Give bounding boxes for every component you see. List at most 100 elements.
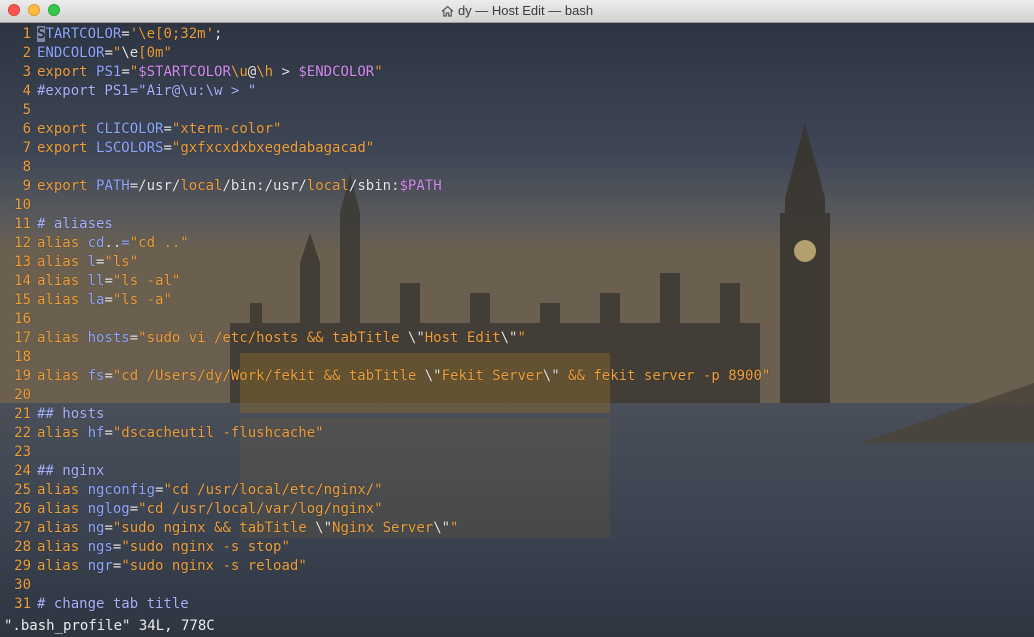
code-line[interactable]: 30 bbox=[0, 576, 1034, 595]
code-token: "gxfxcxdxbxegedabagacad" bbox=[171, 140, 375, 156]
code-token: ng bbox=[87, 520, 105, 536]
code-token: "cd /usr/local/var/log/nginx" bbox=[138, 501, 383, 517]
code-token: "ls" bbox=[104, 254, 139, 270]
code-token: export bbox=[37, 140, 97, 156]
code-token: alias bbox=[37, 273, 88, 289]
line-number: 29 bbox=[14, 558, 31, 574]
code-token: "ls -a" bbox=[112, 292, 172, 308]
code-line[interactable]: 3 export PS1="$STARTCOLOR\u@\h > $ENDCOLO… bbox=[0, 63, 1034, 82]
code-token: ; bbox=[214, 26, 223, 42]
code-line[interactable]: 11 # aliases bbox=[0, 215, 1034, 234]
code-token: = bbox=[104, 368, 113, 384]
editor-buffer[interactable]: 1 STARTCOLOR='\e[0;32m'; 2 ENDCOLOR="\e[0m"… bbox=[0, 25, 1034, 614]
code-line[interactable]: 10 bbox=[0, 196, 1034, 215]
code-token: $STARTCOLOR bbox=[138, 64, 231, 80]
code-token: local bbox=[306, 178, 349, 194]
line-number: 4 bbox=[22, 83, 31, 99]
line-number: 14 bbox=[14, 273, 31, 289]
code-line[interactable]: 25 alias ngconfig="cd /usr/local/etc/ngin… bbox=[0, 481, 1034, 500]
window-title-area: dy — Host Edit — bash bbox=[0, 3, 1034, 20]
code-line[interactable]: 4 #export PS1="Air@\u:\w > " bbox=[0, 82, 1034, 101]
code-token: "sudo nginx -s reload" bbox=[121, 558, 307, 574]
line-number: 10 bbox=[14, 197, 31, 213]
line-number: 26 bbox=[14, 501, 31, 517]
code-token: alias bbox=[37, 292, 88, 308]
code-token: export bbox=[37, 64, 97, 80]
code-token: = bbox=[104, 273, 113, 289]
code-line[interactable]: 20 bbox=[0, 386, 1034, 405]
code-line[interactable]: 28 alias ngs="sudo nginx -s stop" bbox=[0, 538, 1034, 557]
code-line[interactable]: 8 bbox=[0, 158, 1034, 177]
code-token: alias bbox=[37, 330, 88, 346]
line-number: 18 bbox=[14, 349, 31, 365]
code-token: " bbox=[450, 520, 459, 536]
code-line[interactable]: 15 alias la="ls -a" bbox=[0, 291, 1034, 310]
code-line[interactable]: 26 alias nglog="cd /usr/local/var/log/ngi… bbox=[0, 500, 1034, 519]
code-line[interactable]: 23 bbox=[0, 443, 1034, 462]
line-number: 9 bbox=[22, 178, 31, 194]
code-token: ngs bbox=[87, 539, 113, 555]
code-line[interactable]: 2 ENDCOLOR="\e[0m" bbox=[0, 44, 1034, 63]
line-number: 25 bbox=[14, 482, 31, 498]
code-line[interactable]: 14 alias ll="ls -al" bbox=[0, 272, 1034, 291]
code-line[interactable]: 1 STARTCOLOR='\e[0;32m'; bbox=[0, 25, 1034, 44]
code-token: "xterm-color" bbox=[171, 121, 282, 137]
code-line[interactable]: 16 bbox=[0, 310, 1034, 329]
code-token: Fekit Server bbox=[441, 368, 543, 384]
code-token: "sudo nginx && tabTitle bbox=[112, 520, 316, 536]
line-number: 19 bbox=[14, 368, 31, 384]
code-line[interactable]: 13 alias l="ls" bbox=[0, 253, 1034, 272]
code-token: = bbox=[104, 425, 113, 441]
code-line[interactable]: 21 ## hosts bbox=[0, 405, 1034, 424]
code-line[interactable]: 22 alias hf="dscacheutil -flushcache" bbox=[0, 424, 1034, 443]
terminal-view[interactable]: 1 STARTCOLOR='\e[0;32m'; 2 ENDCOLOR="\e[0m"… bbox=[0, 23, 1034, 637]
code-token: "dscacheutil -flushcache" bbox=[112, 425, 324, 441]
code-token: \" bbox=[542, 368, 560, 384]
code-token: \" bbox=[407, 330, 425, 346]
code-line[interactable]: 7 export LSCOLORS="gxfxcxdxbxegedabagacad… bbox=[0, 139, 1034, 158]
code-token: && fekit server -p 8900" bbox=[559, 368, 771, 384]
code-token: PS1 bbox=[96, 64, 122, 80]
code-line[interactable]: 5 bbox=[0, 101, 1034, 120]
code-line[interactable]: 19 alias fs="cd /Users/dy/Work/fekit && t… bbox=[0, 367, 1034, 386]
code-token: ngconfig bbox=[87, 482, 156, 498]
code-token: \u bbox=[230, 64, 248, 80]
code-token: ## nginx bbox=[37, 463, 105, 479]
code-token: ngr bbox=[87, 558, 113, 574]
code-token: = bbox=[163, 121, 172, 137]
code-line[interactable]: 18 bbox=[0, 348, 1034, 367]
vim-status-line: ".bash_profile" 34L, 778C bbox=[4, 618, 215, 634]
code-token: "sudo nginx -s stop" bbox=[121, 539, 290, 555]
line-number: 17 bbox=[14, 330, 31, 346]
code-line[interactable]: 6 export CLICOLOR="xterm-color" bbox=[0, 120, 1034, 139]
code-token: /bin:/usr/ bbox=[222, 178, 307, 194]
line-number: 1 bbox=[22, 26, 31, 42]
code-token: PATH bbox=[96, 178, 130, 194]
line-number: 11 bbox=[14, 216, 31, 232]
line-number: 13 bbox=[14, 254, 31, 270]
code-line[interactable]: 27 alias ng="sudo nginx && tabTitle \"Ngi… bbox=[0, 519, 1034, 538]
code-token: = bbox=[104, 45, 113, 61]
code-token: = bbox=[129, 330, 139, 346]
code-token: alias bbox=[37, 520, 88, 536]
code-token: .. bbox=[104, 235, 122, 251]
line-number: 23 bbox=[14, 444, 31, 460]
line-number: 12 bbox=[14, 235, 31, 251]
line-number: 28 bbox=[14, 539, 31, 555]
line-number: 16 bbox=[14, 311, 31, 327]
code-token: " bbox=[374, 64, 383, 80]
code-token: alias bbox=[37, 425, 88, 441]
code-line[interactable]: 29 alias ngr="sudo nginx -s reload" bbox=[0, 557, 1034, 576]
home-folder-icon bbox=[441, 5, 454, 20]
code-token: "cd /Users/dy/Work/fekit && tabTitle bbox=[112, 368, 425, 384]
code-token: [0m" bbox=[138, 45, 172, 61]
code-token: =/usr/ bbox=[129, 178, 181, 194]
code-token: Nginx Server bbox=[332, 520, 434, 536]
code-line[interactable]: 17 alias hosts="sudo vi /etc/hosts && tab… bbox=[0, 329, 1034, 348]
line-number: 20 bbox=[14, 387, 31, 403]
code-line[interactable]: 31 # change tab title bbox=[0, 595, 1034, 614]
code-line[interactable]: 9 export PATH=/usr/local/bin:/usr/local/s… bbox=[0, 177, 1034, 196]
code-line[interactable]: 12 alias cd..="cd .." bbox=[0, 234, 1034, 253]
code-token: fs bbox=[87, 368, 105, 384]
code-line[interactable]: 24 ## nginx bbox=[0, 462, 1034, 481]
